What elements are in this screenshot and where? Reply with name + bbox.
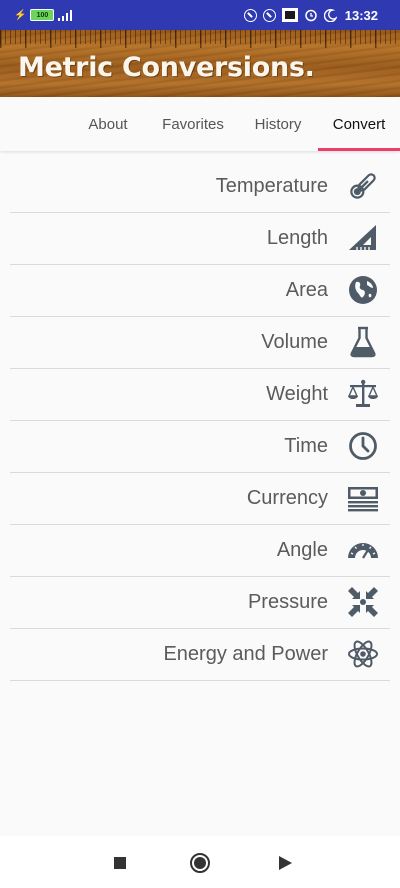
compress-icon	[346, 585, 380, 619]
list-item-time[interactable]: Time	[10, 420, 390, 473]
app-header: Metric Conversions.	[0, 30, 400, 97]
list-item-pressure[interactable]: Pressure	[10, 576, 390, 629]
list-item-label: Volume	[261, 331, 328, 353]
thermometer-icon	[346, 169, 380, 203]
status-bar: ⚡ 100 13:32	[0, 0, 400, 30]
tab-favorites[interactable]: Favorites	[152, 97, 234, 151]
triangle-icon	[279, 856, 292, 870]
tab-convert[interactable]: Convert	[318, 97, 400, 151]
charging-icon: ⚡	[14, 9, 27, 21]
list-item-label: Energy and Power	[163, 643, 328, 665]
ruler-triangle-icon	[346, 221, 380, 255]
list-item-angle[interactable]: Angle	[10, 524, 390, 577]
tab-bar: About Favorites History Convert	[0, 97, 400, 151]
list-item-label: Area	[285, 279, 328, 301]
list-item-label: Pressure	[247, 591, 328, 613]
list-item-temperature[interactable]: Temperature	[10, 160, 390, 213]
ruler-major-ticks	[0, 30, 400, 48]
globe-icon	[346, 273, 380, 307]
system-nav-bar	[0, 836, 400, 888]
list-item-label: Currency	[246, 487, 328, 509]
circle-icon	[190, 853, 210, 873]
list-item-label: Weight	[266, 383, 328, 405]
money-icon	[346, 481, 380, 515]
list-item-length[interactable]: Length	[10, 212, 390, 265]
data-saver-icon	[243, 8, 257, 22]
list-item-area[interactable]: Area	[10, 264, 390, 317]
list-item-currency[interactable]: Currency	[10, 472, 390, 525]
clock-icon	[346, 429, 380, 463]
tab-history[interactable]: History	[242, 97, 314, 151]
vpn-icon	[262, 8, 276, 22]
app-notification-icon	[281, 8, 298, 22]
alarm-icon	[305, 9, 317, 22]
battery-level: 100	[36, 11, 49, 19]
square-icon	[114, 857, 126, 869]
list-item-label: Angle	[276, 539, 328, 561]
list-item-label: Temperature	[215, 175, 328, 197]
back-button[interactable]	[274, 852, 296, 874]
list-item-weight[interactable]: Weight	[10, 368, 390, 421]
atom-icon	[346, 637, 380, 671]
signal-icon	[58, 10, 73, 21]
tab-about[interactable]: About	[70, 97, 146, 151]
list-item-volume[interactable]: Volume	[10, 316, 390, 369]
list-item-label: Length	[266, 227, 328, 249]
battery-icon: 100	[30, 9, 55, 21]
home-button[interactable]	[189, 852, 211, 874]
clock-time: 13:32	[344, 7, 378, 23]
list-item-energy-and-power[interactable]: Energy and Power	[10, 628, 390, 681]
list-item-label: Time	[284, 435, 328, 457]
do-not-disturb-icon	[323, 8, 337, 22]
scale-icon	[346, 377, 380, 411]
protractor-icon	[346, 533, 380, 567]
recents-button[interactable]	[109, 852, 131, 874]
flask-icon	[346, 325, 380, 359]
tab-indicator	[318, 148, 400, 151]
app-title: Metric Conversions.	[18, 52, 315, 83]
